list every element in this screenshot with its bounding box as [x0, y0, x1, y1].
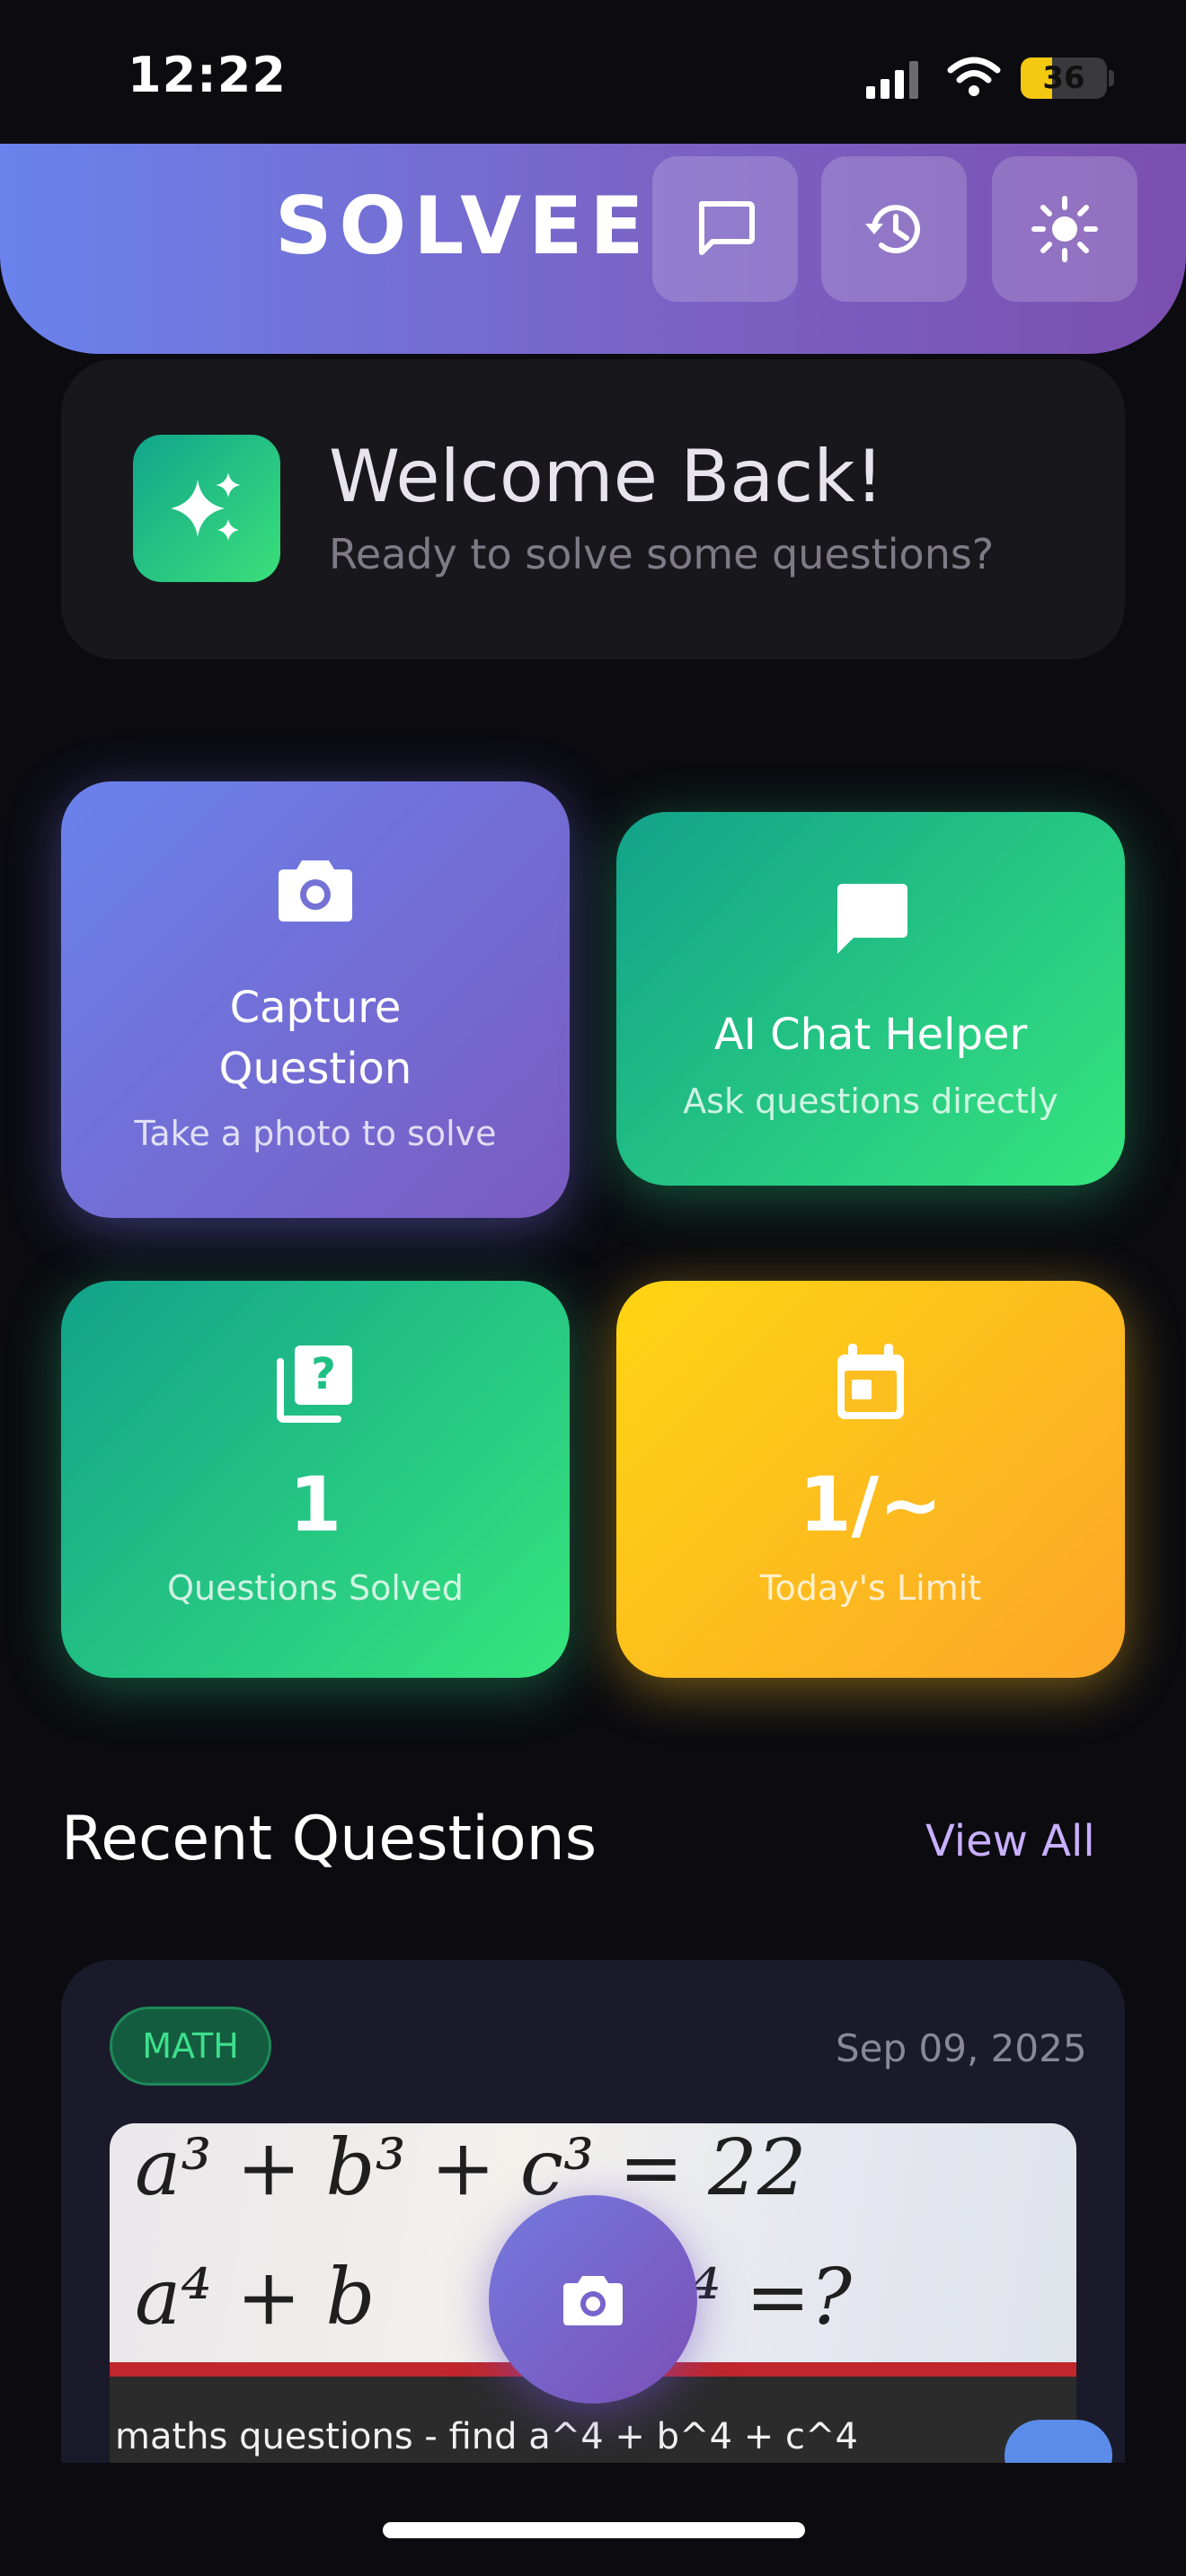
svg-text:?: ? — [311, 1349, 336, 1399]
capture-question-card[interactable]: Capture Question Take a photo to solve — [61, 781, 570, 1218]
chat-button[interactable] — [652, 156, 798, 302]
questions-solved-label: Questions Solved — [167, 1568, 464, 1608]
question-caption: maths questions - find a^4 + b^4 + c^4 — [115, 2416, 858, 2457]
welcome-badge — [133, 435, 280, 582]
sparkles-icon — [171, 472, 241, 541]
todays-limit-label: Today's Limit — [759, 1568, 982, 1608]
view-all-link[interactable]: View All — [925, 1816, 1095, 1866]
equation-line-1: a³ + b³ + c³ = 22 — [135, 2123, 807, 2213]
chat-title: AI Chat Helper — [713, 1010, 1028, 1060]
home-indicator[interactable] — [383, 2522, 805, 2538]
cellular-signal-icon — [866, 61, 918, 99]
question-date: Sep 09, 2025 — [836, 2026, 1087, 2070]
welcome-title: Welcome Back! — [329, 435, 884, 518]
capture-subtitle: Take a photo to solve — [134, 1114, 497, 1153]
calendar-icon — [837, 1344, 904, 1419]
battery-percent: 36 — [1042, 60, 1085, 96]
history-icon — [865, 205, 920, 254]
battery-tip — [1109, 70, 1114, 86]
chat-icon — [837, 884, 907, 954]
questions-solved-value: 1 — [288, 1460, 342, 1548]
recent-questions-heading: Recent Questions — [61, 1804, 597, 1875]
wifi-icon — [947, 57, 1001, 96]
chat-bubble-icon — [699, 201, 755, 255]
questions-solved-card: ? 1 Questions Solved — [61, 1281, 570, 1678]
sun-icon — [1031, 196, 1098, 262]
chat-subtitle: Ask questions directly — [683, 1081, 1058, 1121]
bottom-safe-area — [0, 2463, 1186, 2576]
question-library-icon: ? — [277, 1345, 352, 1423]
ai-chat-helper-card[interactable]: AI Chat Helper Ask questions directly — [616, 812, 1125, 1186]
camera-icon — [279, 860, 352, 922]
equation-line-2-end: ⁴ =? — [690, 2253, 852, 2342]
todays-limit-value: 1/~ — [799, 1460, 943, 1548]
floating-camera-button[interactable] — [489, 2195, 697, 2404]
subject-tag: MATH — [110, 2007, 271, 2086]
app-title: SOLVEE — [275, 180, 651, 272]
theme-toggle-button[interactable] — [992, 156, 1137, 302]
battery-indicator: 36 — [1021, 57, 1107, 99]
welcome-subtitle: Ready to solve some questions? — [329, 530, 995, 578]
history-button[interactable] — [821, 156, 967, 302]
todays-limit-card: 1/~ Today's Limit — [616, 1281, 1125, 1678]
camera-icon — [563, 2276, 623, 2325]
equation-line-2: a⁴ + b — [135, 2253, 376, 2342]
status-time: 12:22 — [128, 47, 287, 103]
capture-title-line2: Question — [218, 1044, 412, 1094]
capture-title-line1: Capture — [229, 983, 402, 1033]
